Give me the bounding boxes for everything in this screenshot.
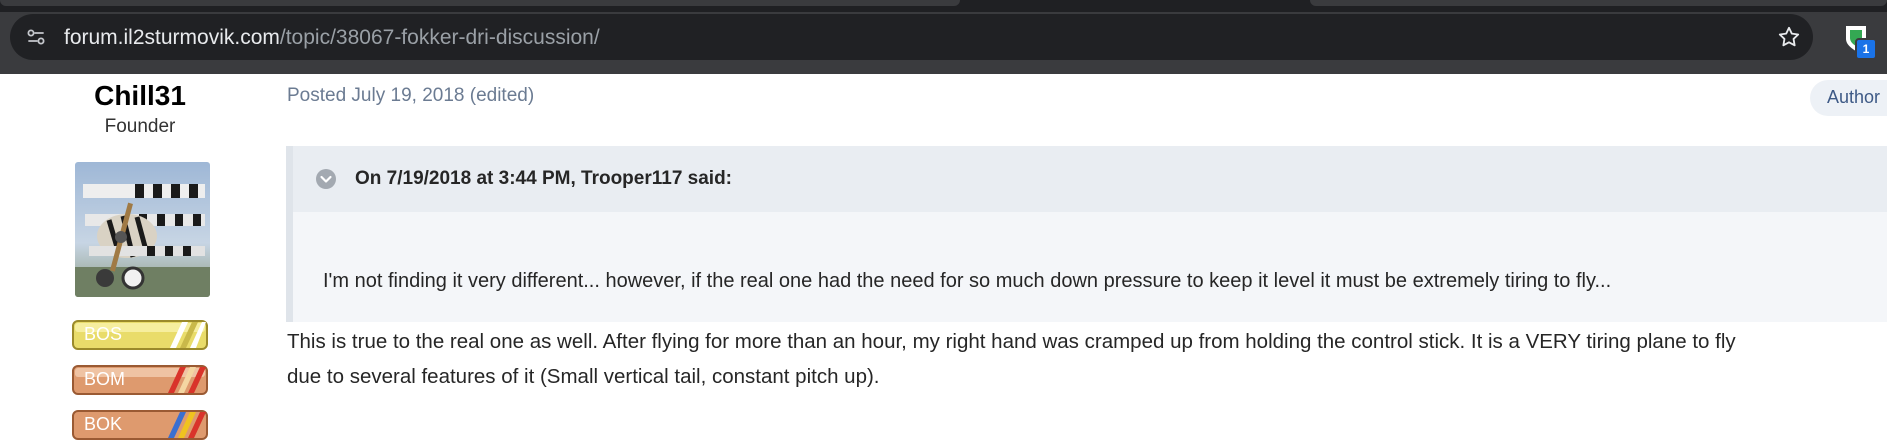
url-path: /topic/38067-fokker-dri-discussion/ <box>279 26 600 49</box>
post-date[interactable]: Posted July 19, 2018 (edited) <box>287 85 534 107</box>
badge-bok[interactable]: BOK <box>72 410 208 440</box>
badge-bom[interactable]: BOM <box>72 365 208 395</box>
post-body-line: due to several features of it (Small ver… <box>287 365 880 388</box>
url-host: forum.il2sturmovik.com <box>64 26 280 49</box>
active-tab-edge[interactable] <box>0 0 960 6</box>
badge-label-bos: BOS <box>84 324 123 344</box>
author-tag-label: Author <box>1827 87 1881 107</box>
post-body: This is true to the real one as well. Af… <box>287 324 1887 394</box>
tab-edge[interactable] <box>1310 0 1887 6</box>
post-body-line: This is true to the real one as well. Af… <box>287 330 1736 353</box>
bookmark-star-icon[interactable] <box>1776 24 1802 50</box>
author-name[interactable]: Chill31 <box>60 80 220 112</box>
tab-strip <box>0 0 1887 12</box>
author-tag: Author <box>1810 80 1887 116</box>
badge-label-bok: BOK <box>84 414 123 434</box>
quote-block: On 7/19/2018 at 3:44 PM, Trooper117 said… <box>286 146 1887 322</box>
quote-citation[interactable]: On 7/19/2018 at 3:44 PM, Trooper117 said… <box>355 168 732 190</box>
browser-toolbar: forum.il2sturmovik.com/topic/38067-fokke… <box>0 0 1887 74</box>
avatar[interactable] <box>75 162 210 297</box>
badge-bos[interactable]: BOS <box>72 320 208 350</box>
quote-header[interactable]: On 7/19/2018 at 3:44 PM, Trooper117 said… <box>293 146 1887 212</box>
author-rank: Founder <box>104 116 176 137</box>
badge-label-bom: BOM <box>84 369 126 389</box>
extension-badge-count: 1 <box>1855 38 1877 60</box>
url-text[interactable]: forum.il2sturmovik.com/topic/38067-fokke… <box>64 26 600 50</box>
site-info-icon[interactable] <box>24 25 48 49</box>
chevron-down-icon[interactable] <box>315 168 337 190</box>
quote-text: I'm not finding it very different... how… <box>323 270 1612 292</box>
address-bar[interactable]: forum.il2sturmovik.com/topic/38067-fokke… <box>10 14 1813 60</box>
